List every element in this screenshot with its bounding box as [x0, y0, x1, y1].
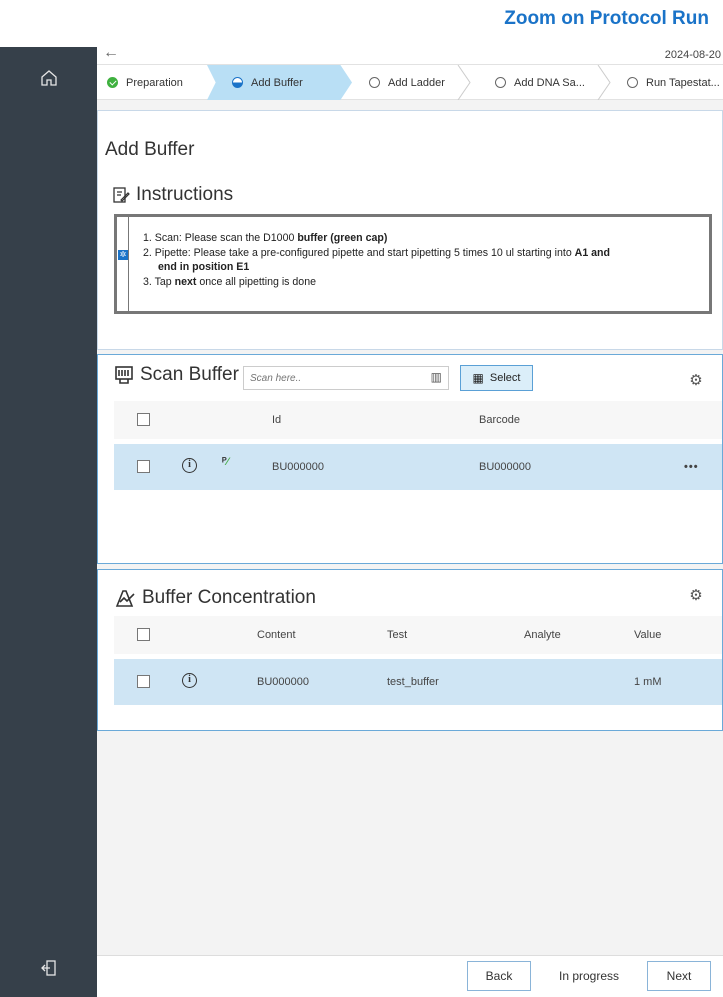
instruction-line-3: 3. Tap next once all pipetting is done: [143, 276, 316, 288]
logout-icon[interactable]: [40, 959, 58, 977]
column-header-content: Content: [257, 629, 296, 641]
table-row[interactable]: i BU000000 test_buffer 1 mM: [114, 659, 722, 705]
select-button[interactable]: ▦ Select: [460, 365, 533, 391]
step-label: Run Tapestat...: [646, 76, 720, 89]
app-window: ← 2024-08-20 Preparation Add Buffer Add …: [0, 44, 723, 997]
top-bar: ← 2024-08-20: [97, 44, 723, 65]
info-icon[interactable]: i: [182, 673, 197, 688]
buffer-concentration-card: Buffer Concentration ⚙ Content Test Anal…: [97, 569, 723, 731]
instruction-line-2: 2. Pipette: Please take a pre-configured…: [143, 247, 610, 259]
row-barcode: BU000000: [479, 461, 531, 473]
scan-buffer-title: Scan Buffer: [140, 364, 239, 385]
scan-buffer-card: Scan Buffer ▥ ▦ Select ⚙ Id Barcode i ᴾ⁄…: [97, 354, 723, 564]
circle-icon: [495, 77, 506, 88]
row-value: 1 mM: [634, 676, 662, 688]
run-status: In progress: [559, 969, 620, 983]
step-preparation[interactable]: Preparation: [107, 65, 183, 100]
column-header-analyte: Analyte: [524, 629, 561, 641]
instructions-card: Add Buffer Instructions ✲ 1. Scan: Pleas…: [97, 110, 723, 350]
select-label: Select: [489, 372, 521, 384]
column-header-value: Value: [634, 629, 662, 641]
column-header-test: Test: [387, 629, 408, 641]
flask-chart-icon: [115, 590, 135, 607]
table-row[interactable]: i ᴾ⁄ BU000000 BU000000 •••: [114, 444, 722, 490]
barcode-scan-icon[interactable]: ▥: [431, 370, 442, 384]
column-header-id: Id: [272, 414, 282, 426]
step-label: Preparation: [126, 76, 183, 89]
instruction-line-1: 1. Scan: Please scan the D1000 buffer (g…: [143, 232, 388, 244]
settings-gear-icon[interactable]: ⚙: [688, 588, 704, 604]
back-button[interactable]: Back: [467, 961, 531, 991]
scanner-icon: [115, 366, 133, 384]
next-button[interactable]: Next: [647, 961, 711, 991]
scan-input-field[interactable]: [244, 367, 414, 389]
step-label: Add Buffer: [251, 76, 303, 89]
banner: Zoom on Protocol Run: [0, 0, 723, 47]
settings-gear-icon[interactable]: ⚙: [688, 373, 704, 389]
pipette-tube-icon: ᴾ⁄: [222, 456, 229, 468]
step-label: Add Ladder: [388, 76, 445, 89]
page-title: Add Buffer: [105, 139, 195, 160]
more-options-icon[interactable]: •••: [684, 461, 699, 473]
bottom-action-bar: Back In progress Next: [97, 955, 723, 997]
half-circle-icon: [232, 77, 243, 88]
column-header-barcode: Barcode: [479, 414, 520, 426]
left-rail: [0, 47, 97, 997]
scan-input[interactable]: ▥: [243, 366, 449, 390]
instructions-side: ✲: [117, 217, 129, 311]
step-run-tapestation[interactable]: Run Tapestat...: [627, 65, 720, 100]
step-add-buffer[interactable]: Add Buffer: [232, 65, 303, 100]
step-add-ladder[interactable]: Add Ladder: [369, 65, 445, 100]
home-icon[interactable]: [40, 69, 58, 87]
info-icon[interactable]: i: [182, 458, 197, 473]
select-all-checkbox[interactable]: [137, 413, 150, 426]
concentration-title: Buffer Concentration: [142, 587, 316, 608]
row-checkbox[interactable]: [137, 675, 150, 688]
select-all-checkbox[interactable]: [137, 628, 150, 641]
banner-title: Zoom on Protocol Run: [504, 8, 709, 29]
step-label: Add DNA Sa...: [514, 76, 585, 89]
circle-icon: [369, 77, 380, 88]
row-test: test_buffer: [387, 676, 439, 688]
grid-select-icon: ▦: [472, 371, 484, 385]
step-add-dna-sample[interactable]: Add DNA Sa...: [495, 65, 585, 100]
back-arrow-icon[interactable]: ←: [103, 44, 119, 62]
edit-document-icon: [113, 187, 130, 203]
concentration-header: Buffer Concentration: [114, 587, 316, 609]
concentration-table-header: Content Test Analyte Value: [114, 616, 722, 654]
row-content: BU000000: [257, 676, 309, 688]
instruction-line-2b: end in position E1: [158, 261, 250, 273]
date-label: 2024-08-20: [664, 49, 721, 61]
instructions-box: ✲ 1. Scan: Please scan the D1000 buffer …: [114, 214, 712, 314]
protocol-stepper: Preparation Add Buffer Add Ladder Add DN…: [97, 65, 723, 100]
row-checkbox[interactable]: [137, 460, 150, 473]
scan-table-header: Id Barcode: [114, 401, 722, 439]
main-content: Add Buffer Instructions ✲ 1. Scan: Pleas…: [97, 100, 723, 955]
info-star-icon: ✲: [118, 250, 128, 260]
instructions-header: Instructions: [112, 184, 233, 206]
check-circle-icon: [107, 77, 118, 88]
circle-icon: [627, 77, 638, 88]
instructions-title: Instructions: [136, 184, 234, 205]
scan-buffer-header: Scan Buffer: [114, 364, 239, 386]
chevron-right-icon: [457, 65, 471, 100]
chevron-right-icon: [597, 65, 611, 100]
row-id: BU000000: [272, 461, 324, 473]
